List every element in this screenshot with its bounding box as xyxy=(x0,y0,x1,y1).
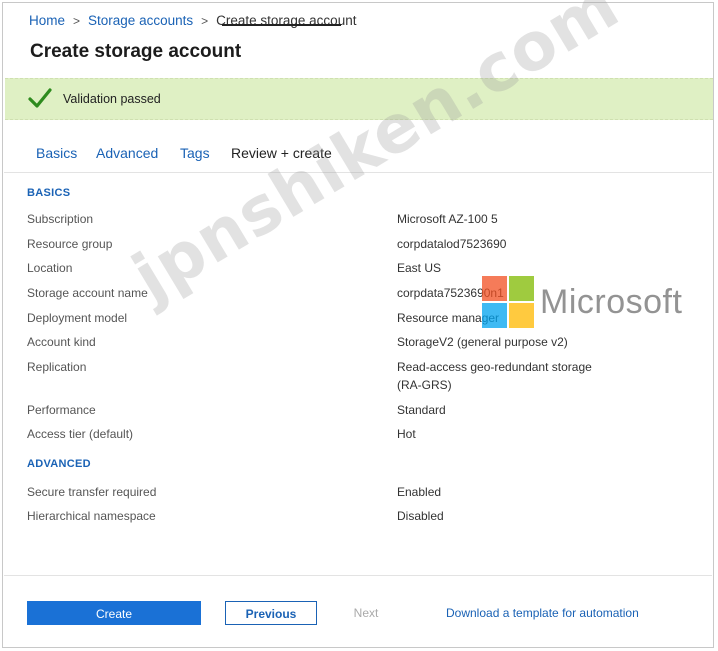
section-heading-advanced: ADVANCED xyxy=(27,458,91,470)
microsoft-logo-text: Microsoft xyxy=(540,283,683,321)
footer-divider xyxy=(4,575,712,576)
logo-square-red xyxy=(482,276,507,301)
value-access-tier: Hot xyxy=(397,427,416,441)
download-template-link[interactable]: Download a template for automation xyxy=(446,606,639,620)
label-hierarchical-namespace: Hierarchical namespace xyxy=(27,509,156,523)
validation-message: Validation passed xyxy=(63,92,161,106)
label-resource-group: Resource group xyxy=(27,237,113,251)
value-hierarchical-namespace: Disabled xyxy=(397,509,444,523)
value-performance: Standard xyxy=(397,403,446,417)
label-access-tier: Access tier (default) xyxy=(27,427,134,441)
tab-advanced[interactable]: Advanced xyxy=(96,145,158,161)
value-resource-group: corpdatalod7523690 xyxy=(397,237,507,251)
checkmark-icon xyxy=(28,88,52,108)
label-deployment-model: Deployment model xyxy=(27,311,128,325)
tab-basics[interactable]: Basics xyxy=(36,145,77,161)
value-account-kind: StorageV2 (general purpose v2) xyxy=(397,335,568,349)
value-secure-transfer: Enabled xyxy=(397,485,442,499)
label-subscription: Subscription xyxy=(27,212,94,226)
value-replication: Read-access geo-redundant storage xyxy=(397,360,592,374)
microsoft-logo-icon xyxy=(482,276,534,328)
value-subscription: Microsoft AZ-100 5 xyxy=(397,212,498,226)
active-tab-indicator xyxy=(222,24,341,26)
label-location: Location xyxy=(27,261,73,275)
label-replication: Replication xyxy=(27,360,87,374)
label-performance: Performance xyxy=(27,403,96,417)
label-secure-transfer: Secure transfer required xyxy=(27,485,157,499)
next-button: Next xyxy=(340,601,392,625)
value-replication-code: (RA-GRS) xyxy=(397,378,452,392)
logo-square-blue xyxy=(482,303,507,328)
section-heading-basics: BASICS xyxy=(27,187,71,199)
logo-square-green xyxy=(509,276,534,301)
chevron-right-icon: > xyxy=(201,14,209,28)
value-location: East US xyxy=(397,261,442,275)
label-account-kind: Account kind xyxy=(27,335,96,349)
tab-tags[interactable]: Tags xyxy=(180,145,210,161)
breadcrumb-storage-accounts[interactable]: Storage accounts xyxy=(88,13,193,28)
page-title: Create storage account xyxy=(30,41,242,62)
logo-square-yellow xyxy=(509,303,534,328)
chevron-right-icon: > xyxy=(73,14,81,28)
previous-button[interactable]: Previous xyxy=(225,601,317,625)
breadcrumb-home[interactable]: Home xyxy=(29,13,65,28)
create-button[interactable]: Create xyxy=(27,601,201,625)
label-storage-account-name: Storage account name xyxy=(27,286,148,300)
